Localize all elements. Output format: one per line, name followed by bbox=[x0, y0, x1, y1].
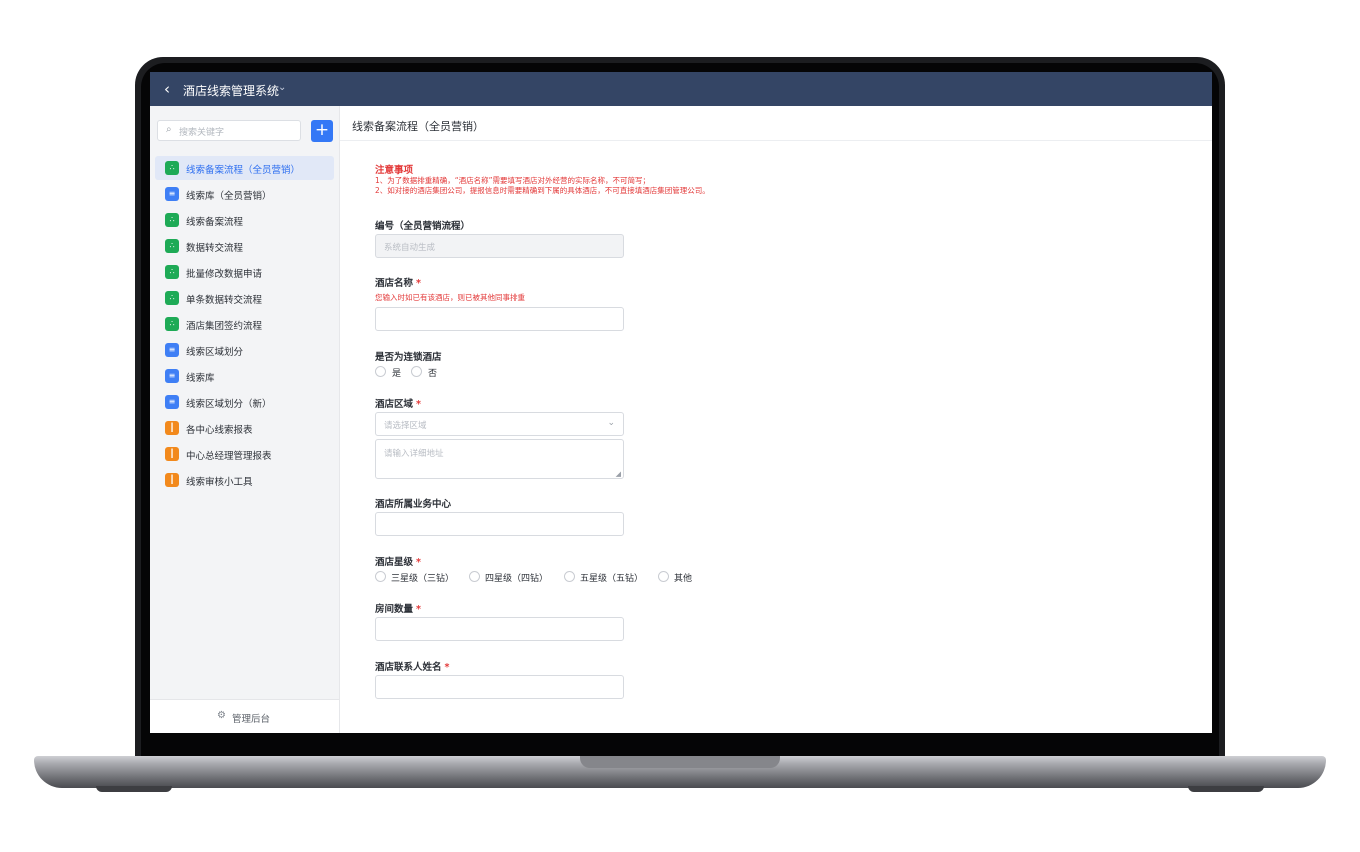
star-5-label: 五星级（五钻） bbox=[580, 574, 644, 584]
star-other-radio[interactable] bbox=[658, 571, 669, 582]
address-placeholder: 请输入详细地址 bbox=[384, 449, 444, 459]
star-4-radio[interactable] bbox=[469, 571, 480, 582]
number-field: 系统自动生成 bbox=[375, 234, 624, 258]
sidebar-item-review-tool[interactable]: ┃ 线索审核小工具 bbox=[155, 468, 334, 492]
app-screen: ‹ 酒店线索管理系统 ⌄ ⌕ 搜索关键字 + ∴ 线索备案流程（全员营销） ≡ … bbox=[150, 72, 1212, 733]
sidebar-item-batch-edit[interactable]: ∴ 批量修改数据申请 bbox=[155, 260, 334, 284]
contact-name-field[interactable] bbox=[375, 675, 624, 699]
chain-yes-radio[interactable] bbox=[375, 366, 386, 377]
star-other-label: 其他 bbox=[674, 574, 693, 584]
document-icon: ≡ bbox=[165, 187, 179, 201]
business-center-field[interactable] bbox=[375, 512, 624, 536]
sidebar-item-center-reports[interactable]: ┃ 各中心线索报表 bbox=[155, 416, 334, 440]
laptop-foot-right bbox=[1188, 786, 1264, 792]
room-count-field[interactable] bbox=[375, 617, 624, 641]
page-header: 线索备案流程（全员营销） bbox=[340, 106, 1212, 141]
sidebar-item-label: 各中心线索报表 bbox=[186, 425, 253, 436]
sidebar-item-data-transfer[interactable]: ∴ 数据转交流程 bbox=[155, 234, 334, 258]
sidebar-item-single-transfer[interactable]: ∴ 单条数据转交流程 bbox=[155, 286, 334, 310]
back-arrow-icon[interactable]: ‹ bbox=[164, 80, 170, 98]
chevron-down-icon[interactable]: ⌄ bbox=[278, 82, 286, 93]
app-title[interactable]: 酒店线索管理系统 bbox=[183, 82, 279, 99]
flow-icon: ∴ bbox=[165, 239, 179, 253]
search-input[interactable]: ⌕ 搜索关键字 bbox=[157, 120, 301, 141]
region-label: 酒店区域 * bbox=[375, 399, 421, 410]
number-placeholder: 系统自动生成 bbox=[384, 243, 436, 253]
region-placeholder: 请选择区域 bbox=[384, 421, 427, 431]
chevron-down-icon: ⌄ bbox=[607, 418, 615, 428]
sidebar-item-lead-filing[interactable]: ∴ 线索备案流程 bbox=[155, 208, 334, 232]
chain-no-radio[interactable] bbox=[411, 366, 422, 377]
flow-icon: ∴ bbox=[165, 213, 179, 227]
star-3-label: 三星级（三钻） bbox=[391, 574, 455, 584]
star-3-radio[interactable] bbox=[375, 571, 386, 582]
sidebar-item-lead-library[interactable]: ≡ 线索库 bbox=[155, 364, 334, 388]
resize-handle-icon[interactable]: ◢ bbox=[616, 470, 621, 478]
sidebar-item-label: 线索区域划分（新） bbox=[186, 399, 272, 410]
document-icon: ≡ bbox=[165, 343, 179, 357]
flow-icon: ∴ bbox=[165, 291, 179, 305]
star-level-label: 酒店星级 * bbox=[375, 557, 421, 568]
sidebar: ⌕ 搜索关键字 + ∴ 线索备案流程（全员营销） ≡ 线索库（全员营销） ∴ 线… bbox=[150, 106, 340, 733]
sidebar-item-label: 线索库（全员营销） bbox=[186, 191, 272, 202]
report-icon: ┃ bbox=[165, 447, 179, 461]
business-center-label: 酒店所属业务中心 bbox=[375, 499, 452, 510]
laptop-hinge-notch bbox=[580, 756, 780, 768]
is-chain-label: 是否为连锁酒店 bbox=[375, 352, 442, 363]
sidebar-item-label: 酒店集团签约流程 bbox=[186, 321, 263, 332]
sidebar-item-label: 单条数据转交流程 bbox=[186, 295, 263, 306]
sidebar-item-region-division[interactable]: ≡ 线索区域划分 bbox=[155, 338, 334, 362]
laptop-foot-left bbox=[96, 786, 172, 792]
star-5-radio[interactable] bbox=[564, 571, 575, 582]
admin-backend-link[interactable]: ⚙ 管理后台 bbox=[150, 699, 339, 733]
chain-no-label: 否 bbox=[428, 369, 438, 379]
region-select[interactable]: 请选择区域 ⌄ bbox=[375, 412, 624, 436]
star-4-label: 四星级（四钻） bbox=[485, 574, 549, 584]
main-content: 线索备案流程（全员营销） 注意事项 1、为了数据排重精确，“酒店名称”需要填写酒… bbox=[340, 106, 1212, 733]
search-icon: ⌕ bbox=[166, 124, 172, 135]
report-icon: ┃ bbox=[165, 421, 179, 435]
contact-name-label: 酒店联系人姓名 * bbox=[375, 662, 450, 673]
flow-icon: ∴ bbox=[165, 161, 179, 175]
page-title: 线索备案流程（全员营销） bbox=[352, 120, 484, 133]
notice-line: 2、如对接的酒店集团公司，提报信息时需要精确到下属的具体酒店，不可直接填酒店集团… bbox=[375, 186, 710, 195]
sidebar-item-label: 线索备案流程（全员营销） bbox=[186, 165, 301, 176]
sidebar-item-lead-filing-all-staff[interactable]: ∴ 线索备案流程（全员营销） bbox=[155, 156, 334, 180]
sidebar-item-label: 线索审核小工具 bbox=[186, 477, 253, 488]
hotel-name-hint: 您输入时如已有该酒店，则已被其他同事排重 bbox=[375, 293, 525, 302]
sidebar-item-label: 中心总经理管理报表 bbox=[186, 451, 272, 462]
number-label: 编号（全员营销流程） bbox=[375, 221, 471, 232]
add-button[interactable]: + bbox=[311, 120, 333, 142]
sidebar-item-region-division-new[interactable]: ≡ 线索区域划分（新） bbox=[155, 390, 334, 414]
sidebar-item-lead-library-all-staff[interactable]: ≡ 线索库（全员营销） bbox=[155, 182, 334, 206]
sidebar-item-group-contract[interactable]: ∴ 酒店集团签约流程 bbox=[155, 312, 334, 336]
admin-backend-label: 管理后台 bbox=[232, 714, 271, 725]
hotel-name-label: 酒店名称 * bbox=[375, 278, 421, 289]
document-icon: ≡ bbox=[165, 369, 179, 383]
hotel-name-field[interactable] bbox=[375, 307, 624, 331]
notice-title: 注意事项 bbox=[375, 165, 414, 176]
sidebar-item-gm-reports[interactable]: ┃ 中心总经理管理报表 bbox=[155, 442, 334, 466]
chain-yes-label: 是 bbox=[392, 369, 402, 379]
sidebar-item-label: 线索备案流程 bbox=[186, 217, 244, 228]
sidebar-item-label: 数据转交流程 bbox=[186, 243, 244, 254]
room-count-label: 房间数量 * bbox=[375, 604, 421, 615]
document-icon: ≡ bbox=[165, 395, 179, 409]
sidebar-item-label: 线索库 bbox=[186, 373, 215, 384]
search-placeholder: 搜索关键字 bbox=[179, 128, 225, 138]
sidebar-item-label: 线索区域划分 bbox=[186, 347, 244, 358]
gear-icon: ⚙ bbox=[217, 710, 226, 721]
flow-icon: ∴ bbox=[165, 317, 179, 331]
report-icon: ┃ bbox=[165, 473, 179, 487]
flow-icon: ∴ bbox=[165, 265, 179, 279]
address-textarea[interactable]: 请输入详细地址 ◢ bbox=[375, 439, 624, 479]
top-bar: ‹ 酒店线索管理系统 ⌄ bbox=[150, 72, 1212, 106]
sidebar-item-label: 批量修改数据申请 bbox=[186, 269, 263, 280]
